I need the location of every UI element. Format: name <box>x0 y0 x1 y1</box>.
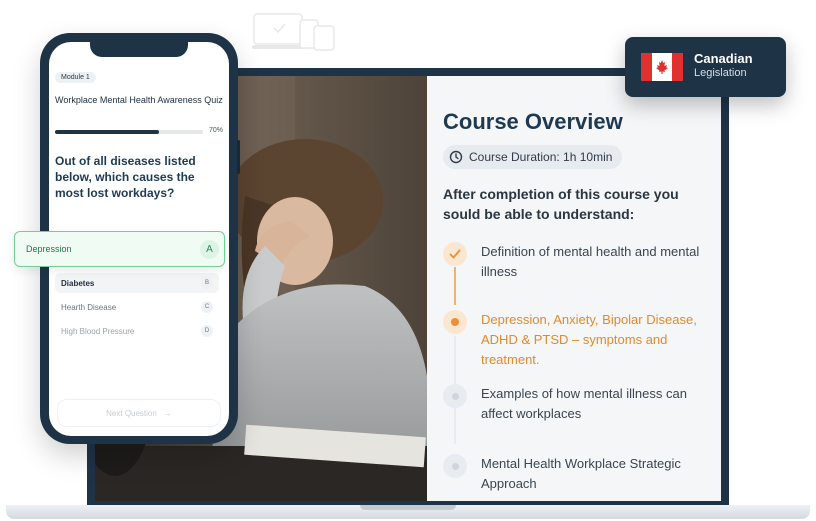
quiz-progress-bar <box>55 130 203 134</box>
answer-option-d[interactable]: High Blood Pressure D <box>55 321 219 341</box>
phone-notch <box>90 40 188 57</box>
timeline-item-text: Examples of how mental illness can affec… <box>481 386 687 421</box>
arrow-right-icon: → <box>162 408 172 418</box>
answer-text: Diabetes <box>61 278 95 288</box>
devices-icon <box>252 13 335 51</box>
badge-subtitle: Legislation <box>694 67 747 79</box>
course-overview-panel: Course Overview Course Duration: 1h 10mi… <box>427 76 721 501</box>
quiz-title: Workplace Mental Health Awareness Quiz <box>55 95 223 105</box>
timeline-connector <box>454 267 456 305</box>
module-badge: Module 1 <box>55 72 96 83</box>
answer-text: Hearth Disease <box>61 302 117 312</box>
answer-text: High Blood Pressure <box>61 326 135 336</box>
canada-flag-icon <box>641 53 683 81</box>
timeline-item-text: Definition of mental health and mental i… <box>481 244 700 279</box>
answer-letter: B <box>201 277 213 289</box>
next-question-button[interactable]: Next Question → <box>57 399 221 427</box>
course-duration-badge: Course Duration: 1h 10min <box>443 145 623 169</box>
check-icon <box>443 242 467 266</box>
selected-answer-text: Depression <box>26 244 72 254</box>
pending-dot-icon <box>443 384 467 408</box>
answer-option-a-selected[interactable]: Depression A <box>14 231 225 267</box>
course-title: Course Overview <box>443 109 623 134</box>
phone-side-button <box>237 140 240 174</box>
selected-answer-letter: A <box>200 240 219 259</box>
pending-dot-icon <box>443 454 467 478</box>
quiz-question: Out of all diseases listed below, which … <box>55 154 196 200</box>
active-dot-icon <box>443 310 467 334</box>
devices-hint <box>252 10 522 54</box>
laptop-base-notch <box>360 505 456 510</box>
timeline-item-text: Mental Health Workplace Strategic Approa… <box>481 456 681 491</box>
quiz-progress-label: 70% <box>209 127 224 134</box>
quiz-progress-fill <box>55 130 159 134</box>
course-duration-text: Course Duration: 1h 10min <box>469 150 613 164</box>
clock-icon <box>449 150 463 164</box>
next-question-label: Next Question <box>106 408 157 418</box>
canadian-legislation-badge: Canadian Legislation <box>625 37 786 97</box>
answer-option-b[interactable]: Diabetes B <box>55 273 219 293</box>
answer-letter: C <box>201 301 213 313</box>
badge-title: Canadian <box>694 51 753 66</box>
answer-letter: D <box>201 325 213 337</box>
timeline-item-text: Depression, Anxiety, Bipolar Disease, AD… <box>481 312 697 367</box>
timeline-connector <box>454 408 456 444</box>
answer-option-c[interactable]: Hearth Disease C <box>55 297 219 317</box>
course-intro-text: After completion of this course you soul… <box>443 186 679 222</box>
